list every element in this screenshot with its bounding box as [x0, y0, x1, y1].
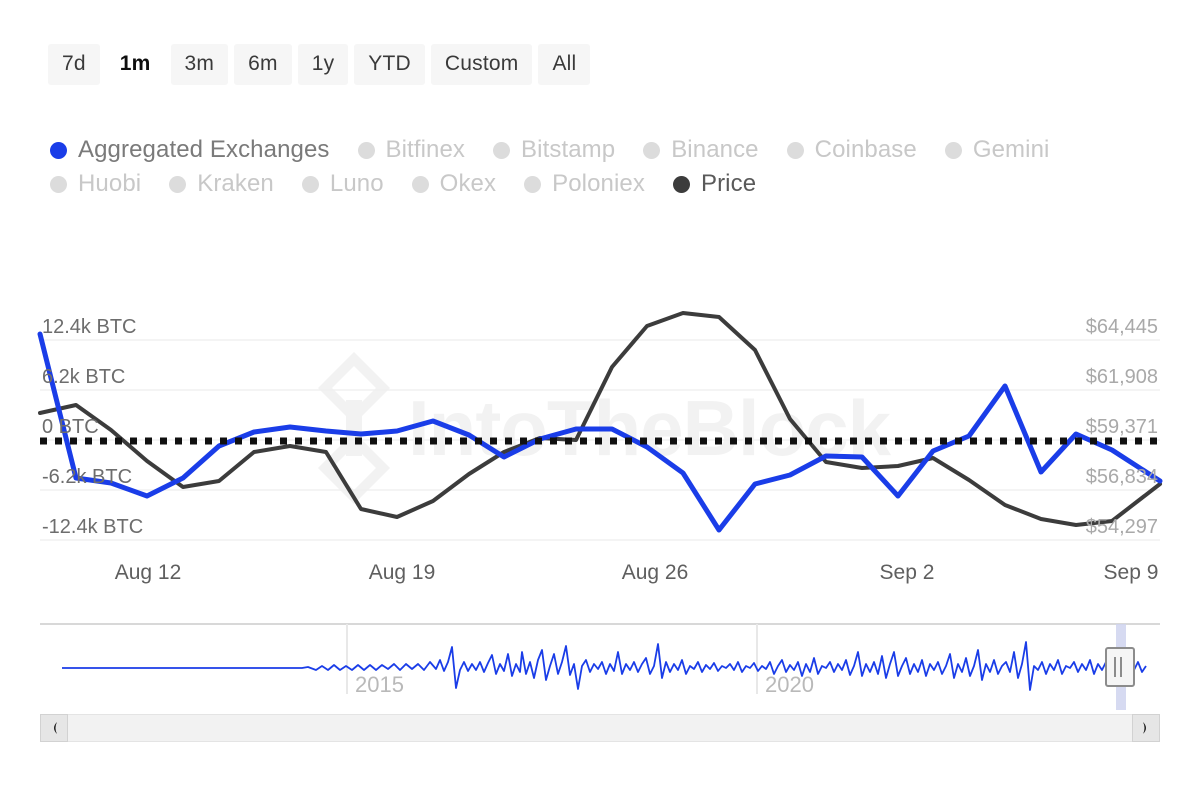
- legend-dot-icon: [302, 176, 319, 193]
- chevron-left-icon: [49, 721, 59, 735]
- y-left-tick: 6.2k BTC: [42, 366, 125, 388]
- itb-netflow-chart-widget: 7d 1m 3m 6m 1y YTD Custom All Aggregated…: [0, 0, 1200, 800]
- legend-item-luno[interactable]: Luno: [302, 167, 384, 201]
- range-button-6m[interactable]: 6m: [234, 44, 292, 85]
- legend-item-bitfinex[interactable]: Bitfinex: [358, 133, 466, 167]
- legend-dot-icon: [358, 142, 375, 159]
- legend-item-label: Aggregated Exchanges: [78, 136, 330, 164]
- legend-item-label: Price: [701, 170, 756, 198]
- legend-item-kraken[interactable]: Kraken: [169, 167, 274, 201]
- legend-dot-icon: [169, 176, 186, 193]
- y-right-tick: $56,834: [1086, 466, 1158, 488]
- range-button-3m[interactable]: 3m: [171, 44, 229, 85]
- legend-item-label: Luno: [330, 170, 384, 198]
- y-left-tick: -12.4k BTC: [42, 516, 143, 538]
- chart-legend: Aggregated Exchanges Bitfinex Bitstamp B…: [50, 133, 1170, 201]
- x-tick: Sep 9: [1104, 561, 1159, 584]
- y-left-tick: -6.2k BTC: [42, 466, 132, 488]
- legend-item-binance[interactable]: Binance: [643, 133, 758, 167]
- x-tick: Aug 19: [369, 561, 436, 584]
- x-tick: Aug 12: [115, 561, 182, 584]
- range-button-custom[interactable]: Custom: [431, 44, 533, 85]
- y-right-tick: $64,445: [1086, 316, 1158, 338]
- range-button-1m[interactable]: 1m: [106, 44, 165, 85]
- legend-item-huobi[interactable]: Huobi: [50, 167, 141, 201]
- chart-navigator[interactable]: 2015 2020: [40, 622, 1160, 710]
- scrollbar-track[interactable]: [68, 714, 1132, 742]
- legend-item-coinbase[interactable]: Coinbase: [787, 133, 917, 167]
- x-axis-labels: Aug 12 Aug 19 Aug 26 Sep 2 Sep 9: [115, 561, 1159, 584]
- main-chart[interactable]: IntoTheBlock 12.4k BTC 6.2k BTC 0 BTC: [0, 300, 1200, 590]
- y-right-tick: $59,371: [1086, 416, 1158, 438]
- legend-dot-icon: [643, 142, 660, 159]
- legend-item-gemini[interactable]: Gemini: [945, 133, 1050, 167]
- y-axis-right-labels: $64,445 $61,908 $59,371 $56,834 $54,297: [1086, 316, 1158, 538]
- legend-dot-icon: [787, 142, 804, 159]
- y-axis-left-labels: 12.4k BTC 6.2k BTC 0 BTC -6.2k BTC -12.4…: [42, 316, 143, 538]
- legend-dot-icon: [673, 176, 690, 193]
- legend-item-bitstamp[interactable]: Bitstamp: [493, 133, 615, 167]
- legend-dot-icon: [524, 176, 541, 193]
- navigator-scrollbar[interactable]: [40, 714, 1160, 742]
- scroll-right-button[interactable]: [1132, 714, 1160, 742]
- x-tick: Aug 26: [622, 561, 689, 584]
- range-button-7d[interactable]: 7d: [48, 44, 100, 85]
- range-button-1y[interactable]: 1y: [298, 44, 349, 85]
- legend-dot-icon: [412, 176, 429, 193]
- legend-item-label: Binance: [671, 136, 758, 164]
- legend-item-label: Gemini: [973, 136, 1050, 164]
- legend-dot-icon: [50, 142, 67, 159]
- legend-item-aggregated-exchanges[interactable]: Aggregated Exchanges: [50, 133, 330, 167]
- legend-item-okex[interactable]: Okex: [412, 167, 496, 201]
- legend-dot-icon: [50, 176, 67, 193]
- x-tick: Sep 2: [880, 561, 935, 584]
- legend-item-label: Poloniex: [552, 170, 645, 198]
- legend-item-poloniex[interactable]: Poloniex: [524, 167, 645, 201]
- y-right-tick: $54,297: [1086, 516, 1158, 538]
- legend-dot-icon: [493, 142, 510, 159]
- legend-item-label: Okex: [440, 170, 496, 198]
- main-chart-svg: IntoTheBlock 12.4k BTC 6.2k BTC 0 BTC: [0, 300, 1200, 590]
- y-right-tick: $61,908: [1086, 366, 1158, 388]
- navigator-svg: 2015 2020: [40, 622, 1160, 710]
- legend-item-price[interactable]: Price: [673, 167, 756, 201]
- legend-item-label: Bitstamp: [521, 136, 615, 164]
- legend-dot-icon: [945, 142, 962, 159]
- legend-item-label: Bitfinex: [386, 136, 466, 164]
- navigator-year-label: 2020: [765, 672, 814, 697]
- scroll-left-button[interactable]: [40, 714, 68, 742]
- legend-item-label: Kraken: [197, 170, 274, 198]
- range-selector: 7d 1m 3m 6m 1y YTD Custom All: [48, 44, 590, 85]
- y-left-tick: 0 BTC: [42, 416, 99, 438]
- range-button-all[interactable]: All: [538, 44, 590, 85]
- legend-item-label: Huobi: [78, 170, 141, 198]
- range-button-ytd[interactable]: YTD: [354, 44, 425, 85]
- chevron-right-icon: [1141, 721, 1151, 735]
- y-left-tick: 12.4k BTC: [42, 316, 136, 338]
- legend-item-label: Coinbase: [815, 136, 917, 164]
- navigator-year-label: 2015: [355, 672, 404, 697]
